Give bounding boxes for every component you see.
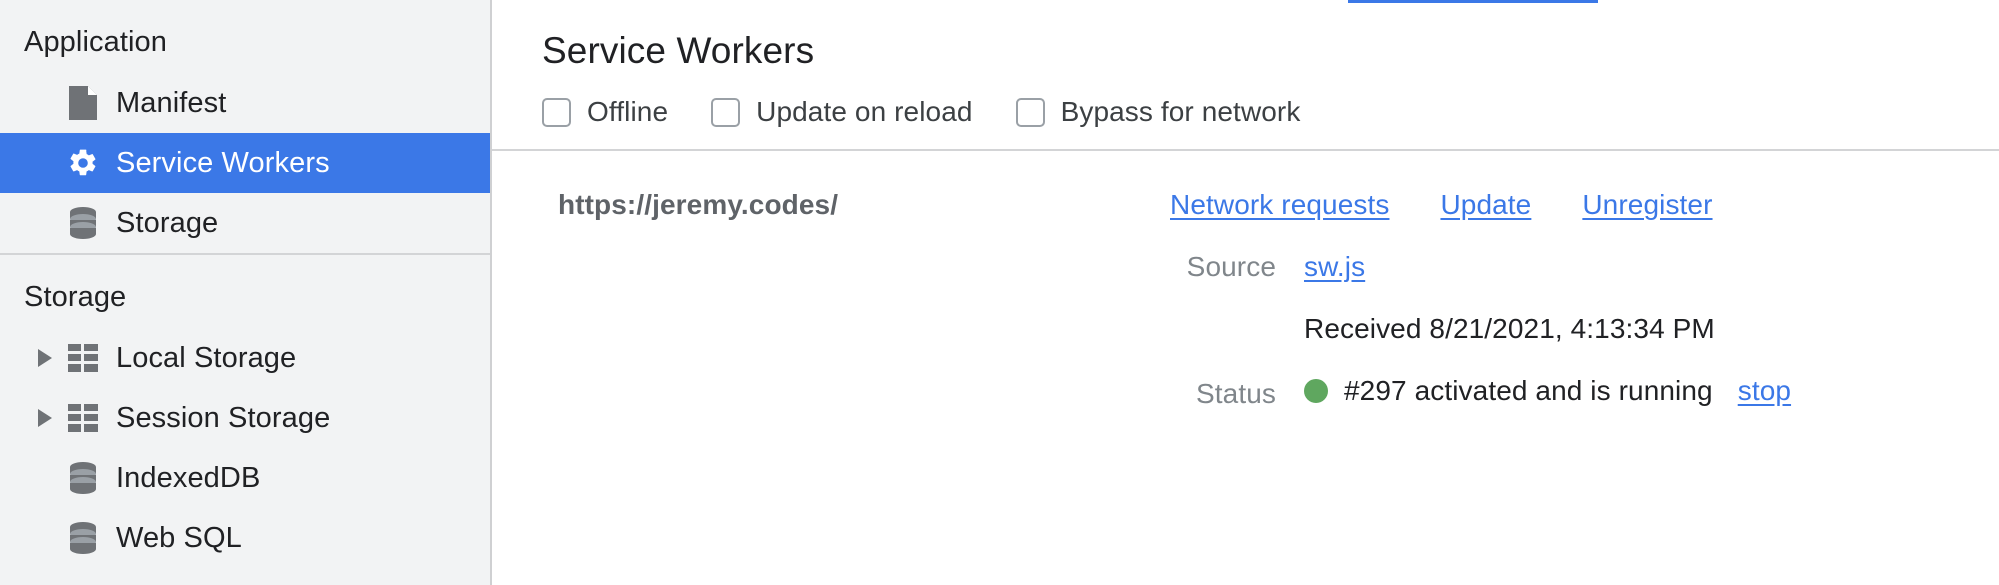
- status-indicator-icon: [1304, 379, 1328, 403]
- received-value: Received 8/21/2021, 4:13:34 PM: [1304, 313, 1715, 344]
- sidebar-item-label: Service Workers: [116, 146, 330, 179]
- sidebar-item-indexeddb[interactable]: IndexedDB: [0, 448, 490, 508]
- sidebar: Application Manifest Service Workers Sto…: [0, 0, 492, 585]
- source-label: Source: [1186, 251, 1276, 282]
- status-value: #297 activated and is running stop: [1304, 375, 1791, 407]
- service-worker-origin: https://jeremy.codes/: [558, 189, 839, 220]
- update-link[interactable]: Update: [1440, 189, 1531, 221]
- bypass-for-network-checkbox[interactable]: [1015, 97, 1045, 127]
- sidebar-item-label: IndexedDB: [116, 461, 261, 494]
- status-label: Status: [1196, 378, 1276, 409]
- sidebar-item-manifest[interactable]: Manifest: [0, 73, 490, 133]
- clipped-link-underline: [1348, 0, 1598, 3]
- sidebar-section-storage: Storage Local Storage Session Storage In…: [0, 255, 490, 568]
- chevron-right-icon[interactable]: [32, 409, 58, 427]
- bypass-for-network-label: Bypass for network: [1060, 96, 1301, 127]
- table-icon: [66, 401, 100, 435]
- service-worker-actions: Network requests Update Unregister: [1170, 189, 1713, 221]
- service-worker-toolbar: Offline Update on reload Bypass for netw…: [492, 72, 1999, 134]
- sidebar-item-storage[interactable]: Storage: [0, 193, 490, 253]
- network-requests-link[interactable]: Network requests: [1170, 189, 1389, 221]
- document-icon: [66, 86, 100, 120]
- unregister-link[interactable]: Unregister: [1582, 189, 1712, 221]
- offline-checkbox[interactable]: [542, 97, 571, 127]
- sidebar-item-service-workers[interactable]: Service Workers: [0, 133, 490, 193]
- gear-icon: [66, 146, 100, 180]
- sidebar-item-session-storage[interactable]: Session Storage: [0, 388, 490, 448]
- page-title: Service Workers: [542, 30, 815, 71]
- update-on-reload-label: Update on reload: [756, 96, 973, 127]
- table-icon: [66, 341, 100, 375]
- source-value: sw.js: [1304, 251, 1365, 283]
- service-worker-entry: https://jeremy.codes/ Network requests U…: [492, 151, 1999, 437]
- sidebar-section-title-application: Application: [24, 26, 167, 58]
- status-row: Status #297 activated and is running sto…: [492, 375, 1999, 437]
- update-on-reload-checkbox-row[interactable]: Update on reload: [711, 96, 972, 128]
- offline-label: Offline: [587, 96, 669, 127]
- received-row: Received 8/21/2021, 4:13:34 PM: [492, 313, 1999, 375]
- sidebar-item-label: Web SQL: [116, 521, 242, 554]
- bypass-for-network-checkbox-row[interactable]: Bypass for network: [1015, 96, 1301, 128]
- sidebar-item-label: Session Storage: [116, 401, 331, 434]
- sidebar-section-title-storage: Storage: [24, 281, 127, 313]
- devtools-application-panel: Application Manifest Service Workers Sto…: [0, 0, 1999, 585]
- sidebar-item-web-sql[interactable]: Web SQL: [0, 508, 490, 568]
- sidebar-section-application: Application Manifest Service Workers Sto…: [0, 0, 490, 253]
- offline-checkbox-row[interactable]: Offline: [542, 96, 668, 128]
- chevron-right-icon[interactable]: [32, 349, 58, 367]
- database-icon: [66, 206, 100, 240]
- database-icon: [66, 521, 100, 555]
- stop-link[interactable]: stop: [1738, 375, 1791, 407]
- status-text: #297 activated and is running: [1344, 375, 1713, 406]
- sidebar-item-local-storage[interactable]: Local Storage: [0, 328, 490, 388]
- sidebar-item-label: Storage: [116, 206, 219, 239]
- update-on-reload-checkbox[interactable]: [711, 97, 741, 127]
- service-worker-header-row: https://jeremy.codes/ Network requests U…: [492, 189, 1999, 241]
- source-row: Source sw.js: [492, 251, 1999, 313]
- database-icon: [66, 461, 100, 495]
- sidebar-item-label: Manifest: [116, 86, 227, 119]
- source-file-link[interactable]: sw.js: [1304, 251, 1365, 283]
- sidebar-item-label: Local Storage: [116, 341, 297, 374]
- main-panel: Service Workers Offline Update on reload…: [492, 0, 1999, 585]
